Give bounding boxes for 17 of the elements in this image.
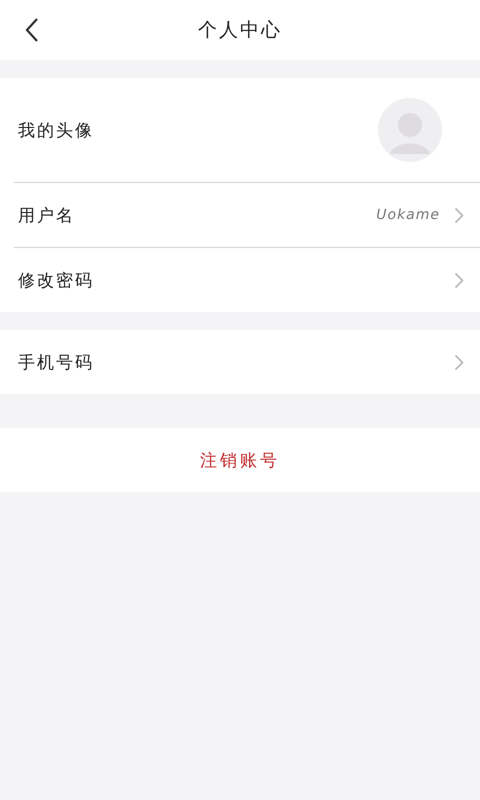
row-label: 我的头像 <box>18 120 95 142</box>
back-icon <box>24 17 40 43</box>
chevron-right-icon <box>454 354 464 370</box>
row-label: 用户名 <box>18 204 76 226</box>
row-label: 修改密码 <box>18 270 95 292</box>
logout-button[interactable]: 注销账号 <box>0 428 480 492</box>
page-title: 个人中心 <box>198 18 282 43</box>
row-label: 手机号码 <box>18 352 95 374</box>
username-value: Uokame <box>376 207 440 223</box>
chevron-right-icon <box>454 272 464 288</box>
back-button[interactable] <box>24 17 40 43</box>
avatar-row[interactable]: 我的头像 <box>14 78 480 183</box>
settings-row[interactable]: 手机号码 <box>14 330 480 394</box>
settings-row[interactable]: 修改密码 <box>14 248 480 312</box>
avatar-icon <box>378 98 442 162</box>
username-row[interactable]: 用户名 Uokame <box>14 183 480 248</box>
chevron-right-icon <box>454 206 464 224</box>
